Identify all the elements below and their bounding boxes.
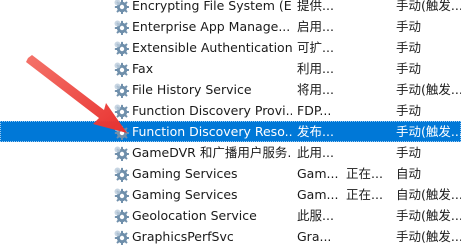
service-startup-type: 手动	[396, 19, 422, 34]
service-startup-type: 手动	[396, 145, 422, 160]
gear-icon	[114, 62, 129, 77]
service-row[interactable]: Fax 利用... 手动	[0, 58, 461, 79]
service-name: GraphicsPerfSvc	[132, 229, 234, 244]
service-row[interactable]: File History Service 将用... 手动(触发...	[0, 79, 461, 100]
gear-icon	[114, 41, 129, 56]
service-name: Fax	[132, 61, 154, 76]
service-startup-type: 手动(触发...	[396, 0, 461, 13]
service-name: Function Discovery Provi...	[132, 103, 292, 118]
service-description: 此服...	[297, 208, 334, 223]
service-name: Enterprise App Manage...	[132, 19, 291, 34]
service-status: 正在...	[346, 187, 383, 202]
service-name: Gaming Services	[132, 166, 238, 181]
service-description: 发布...	[297, 124, 334, 139]
service-row[interactable]: Gaming Services Gam... 正在... 自动(触发...	[0, 184, 461, 205]
service-name: Encrypting File System (E...	[132, 0, 292, 13]
service-name: Gaming Services	[132, 187, 238, 202]
service-description: 提供...	[297, 0, 334, 13]
service-row[interactable]: Gaming Services Gam... 正在... 自动	[0, 163, 461, 184]
service-description: Gam...	[297, 187, 339, 202]
service-row[interactable]: Extensible Authentication... 可扩... 手动	[0, 37, 461, 58]
service-description: 利用...	[297, 61, 334, 76]
service-row[interactable]: GraphicsPerfSvc Gra... 手动(触发...	[0, 226, 461, 247]
service-description: Gra...	[297, 229, 332, 244]
service-description: 此用...	[297, 145, 334, 160]
service-description: FDP...	[297, 103, 332, 118]
gear-icon	[114, 125, 129, 140]
service-name: Function Discovery Reso...	[132, 124, 292, 139]
service-name: File History Service	[132, 82, 252, 97]
service-row[interactable]: Function Discovery Provi... FDP... 手动	[0, 100, 461, 121]
service-startup-type: 手动	[396, 40, 422, 55]
service-description: Gam...	[297, 166, 339, 181]
services-list: Encrypting File System (E... 提供... 手动(触发…	[0, 0, 461, 247]
service-row-selected[interactable]: Function Discovery Reso... 发布... 手动(触发..…	[0, 121, 461, 142]
gear-icon	[114, 209, 129, 224]
service-startup-type: 手动	[396, 103, 422, 118]
service-row[interactable]: GameDVR 和广播用户服务... 此用... 手动	[0, 142, 461, 163]
service-startup-type: 手动(触发...	[396, 82, 461, 97]
gear-icon	[114, 20, 129, 35]
service-startup-type: 自动(触发...	[396, 187, 461, 202]
service-description: 将用...	[297, 82, 334, 97]
service-status: 正在...	[346, 166, 383, 181]
gear-icon	[114, 83, 129, 98]
service-row[interactable]: Geolocation Service 此服... 手动(触发...	[0, 205, 461, 226]
service-row[interactable]: Enterprise App Manage... 启用... 手动	[0, 16, 461, 37]
gear-icon	[114, 230, 129, 245]
service-name: Geolocation Service	[132, 208, 257, 223]
service-description: 可扩...	[297, 40, 334, 55]
service-startup-type: 手动(触发...	[396, 229, 461, 244]
service-description: 启用...	[297, 19, 334, 34]
service-name: GameDVR 和广播用户服务...	[132, 145, 292, 160]
service-startup-type: 自动	[396, 166, 422, 181]
gear-icon	[114, 0, 129, 14]
gear-icon	[114, 146, 129, 161]
service-startup-type: 手动	[396, 61, 422, 76]
service-startup-type: 手动(触发...	[396, 124, 461, 139]
gear-icon	[114, 167, 129, 182]
gear-icon	[114, 188, 129, 203]
service-name: Extensible Authentication...	[132, 40, 292, 55]
gear-icon	[114, 104, 129, 119]
service-startup-type: 手动(触发...	[396, 208, 461, 223]
service-row[interactable]: Encrypting File System (E... 提供... 手动(触发…	[0, 0, 461, 16]
